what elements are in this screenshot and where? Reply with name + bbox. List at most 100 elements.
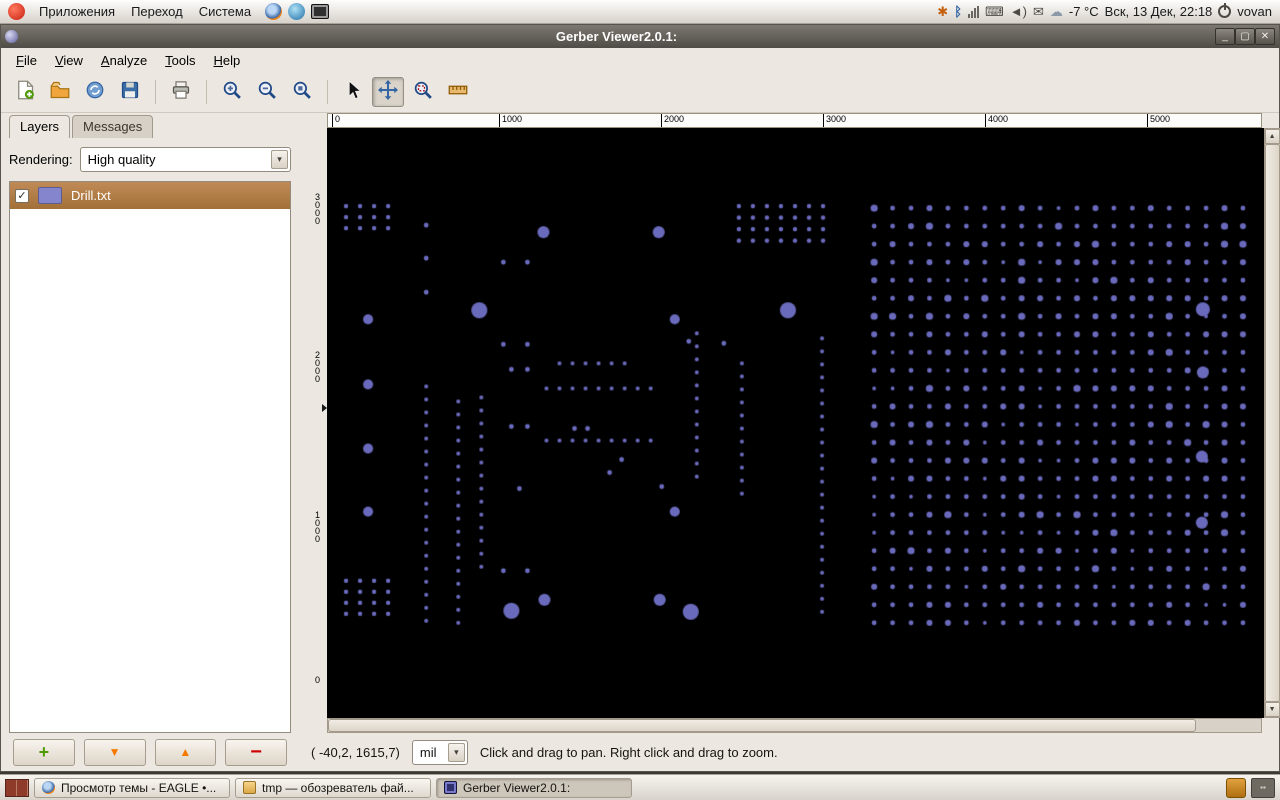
gerber-viewer-window: Gerber Viewer2.0.1: _ ▢ ✕ File View Analyz… <box>0 24 1280 772</box>
toolbar-refresh-button[interactable] <box>79 77 111 107</box>
close-button[interactable]: ✕ <box>1255 28 1275 45</box>
menu-tools[interactable]: Tools <box>156 50 204 71</box>
distro-logo-icon[interactable] <box>8 3 25 20</box>
zoom-window-tool-icon <box>413 80 433 105</box>
add-layer-button[interactable]: + <box>13 738 75 766</box>
taskbar-item-0[interactable]: Просмотр темы - EAGLE •... <box>34 777 230 798</box>
sidebar: Layers Messages Rendering: High quality ▾… <box>1 113 299 733</box>
tab-layers[interactable]: Layers <box>9 115 71 138</box>
folder-icon <box>243 781 256 794</box>
measure-tool-icon <box>448 80 468 105</box>
terminal-launcher-icon[interactable] <box>311 4 330 19</box>
toolbar-save-file-button[interactable] <box>114 77 146 107</box>
menu-file[interactable]: File <box>7 50 46 71</box>
window-menu-icon[interactable] <box>5 30 18 43</box>
panel-menu-system[interactable]: Система <box>191 2 259 21</box>
remove-layer-button[interactable]: − <box>225 738 287 766</box>
toolbar-zoom-in-button[interactable] <box>216 77 248 107</box>
toolbar-zoom-out-button[interactable] <box>251 77 283 107</box>
toolbar-new-file-button[interactable] <box>9 77 41 107</box>
updates-tray-icon[interactable]: ✱ <box>937 5 948 18</box>
toolbar-open-file-button[interactable] <box>44 77 76 107</box>
arrow-down-icon: ▼ <box>108 745 121 759</box>
toolbar-separator <box>327 80 328 104</box>
panel-menus: Приложения Переход Система <box>31 2 259 21</box>
horizontal-scrollbar[interactable] <box>327 718 1262 733</box>
taskbar-tray: ▪▪ <box>1226 777 1275 798</box>
minimize-button[interactable]: _ <box>1215 28 1235 45</box>
bluetooth-tray-icon[interactable]: ᛒ <box>954 5 962 18</box>
menu-help[interactable]: Help <box>205 50 250 71</box>
canvas-row: 3000 2000 1000 0 ▲ ▼ <box>299 128 1280 718</box>
scroll-up-icon[interactable]: ▲ <box>1264 129 1280 144</box>
rendering-value: High quality <box>87 152 156 167</box>
ruler-tick: 1000 <box>314 510 320 544</box>
ruler-tick: 3000 <box>823 114 846 127</box>
ruler-tick: 0 <box>314 675 320 685</box>
layer-name: Drill.txt <box>71 188 111 203</box>
weather-temperature: -7 °C <box>1068 4 1099 19</box>
menu-analyze[interactable]: Analyze <box>92 50 156 71</box>
toolbar-zoom-fit-button[interactable] <box>286 77 318 107</box>
horizontal-scroll-thumb[interactable] <box>328 719 1196 732</box>
rendering-row: Rendering: High quality ▾ <box>9 138 291 181</box>
keyboard-indicator-icon[interactable]: ⌨ <box>985 5 1004 18</box>
browser-launcher-icon[interactable] <box>288 3 306 20</box>
layer-row[interactable]: ✓ Drill.txt <box>10 182 290 209</box>
maximize-button[interactable]: ▢ <box>1235 28 1255 45</box>
zoom-fit-icon <box>292 80 312 105</box>
panel-username[interactable]: vovan <box>1237 4 1272 19</box>
rendering-combobox[interactable]: High quality ▾ <box>79 147 291 172</box>
ruler-tick: 4000 <box>985 114 1008 127</box>
pcb-canvas[interactable] <box>327 128 1264 718</box>
toolbar-separator <box>206 80 207 104</box>
window-list-button[interactable]: ▪▪ <box>1251 777 1275 798</box>
ruler-tick: 2000 <box>314 350 320 384</box>
move-layer-up-button[interactable]: ▲ <box>154 738 217 766</box>
network-signal-icon[interactable] <box>968 5 980 18</box>
workspace-switcher[interactable] <box>5 778 29 797</box>
firefox-launcher-icon[interactable] <box>265 3 283 20</box>
layer-list: ✓ Drill.txt <box>9 181 291 733</box>
new-file-icon <box>15 80 35 105</box>
chevron-down-icon[interactable]: ▾ <box>271 150 288 169</box>
panel-clock[interactable]: Вск, 13 Дек, 22:18 <box>1105 4 1213 19</box>
toolbar-pan-tool-button[interactable] <box>372 77 404 107</box>
zoom-out-icon <box>257 80 277 105</box>
taskbar-item-label: Просмотр темы - EAGLE •... <box>61 780 217 795</box>
toolbar-zoom-window-tool-button[interactable] <box>407 77 439 107</box>
mail-tray-icon[interactable]: ✉ <box>1033 5 1044 18</box>
layer-color-swatch[interactable] <box>38 187 62 204</box>
toolbar-separator <box>155 80 156 104</box>
toolbar-select-tool-button[interactable] <box>337 77 369 107</box>
toolbar-print-button[interactable] <box>165 77 197 107</box>
taskbar-item-2[interactable]: Gerber Viewer2.0.1: <box>436 777 632 798</box>
power-icon[interactable] <box>1218 3 1232 18</box>
weather-icon[interactable]: ☁ <box>1050 5 1063 18</box>
vertical-scroll-thumb[interactable] <box>1264 144 1280 702</box>
firefox-icon <box>42 781 55 794</box>
chevron-down-icon[interactable]: ▾ <box>447 742 465 762</box>
titlebar[interactable]: Gerber Viewer2.0.1: _ ▢ ✕ <box>1 25 1279 48</box>
scroll-down-icon[interactable]: ▼ <box>1264 702 1280 717</box>
vertical-scrollbar[interactable]: ▲ ▼ <box>1263 128 1280 718</box>
panel-menu-places[interactable]: Переход <box>123 2 191 21</box>
units-combobox[interactable]: mil ▾ <box>411 739 468 765</box>
arrow-up-icon: ▲ <box>179 745 192 759</box>
bottom-row: + ▼ ▲ − ( -40,2, 1615,7) mil ▾ Click and… <box>1 733 1279 771</box>
viewer: 0 1000 2000 3000 4000 5000 3000 2000 1000 0 ▲ ▼ <box>299 113 1280 733</box>
print-icon <box>171 80 191 105</box>
statusbar: ( -40,2, 1615,7) mil ▾ Click and drag to… <box>299 739 1279 765</box>
taskbar-item-1[interactable]: tmp — обозреватель фай... <box>235 777 431 798</box>
panel-menu-applications[interactable]: Приложения <box>31 2 123 21</box>
toolbar-measure-tool-button[interactable] <box>442 77 474 107</box>
layer-visibility-checkbox[interactable]: ✓ <box>15 188 29 203</box>
ruler-row: 0 1000 2000 3000 4000 5000 <box>299 113 1279 128</box>
volume-tray-icon[interactable]: ◄) <box>1010 5 1027 18</box>
move-layer-down-button[interactable]: ▼ <box>83 738 146 766</box>
menu-view[interactable]: View <box>46 50 92 71</box>
taskbar-item-label: tmp — обозреватель фай... <box>262 780 414 795</box>
tray-app-icon[interactable] <box>1226 777 1246 798</box>
tab-messages[interactable]: Messages <box>72 115 154 138</box>
layer-buttons: + ▼ ▲ − <box>1 738 299 766</box>
